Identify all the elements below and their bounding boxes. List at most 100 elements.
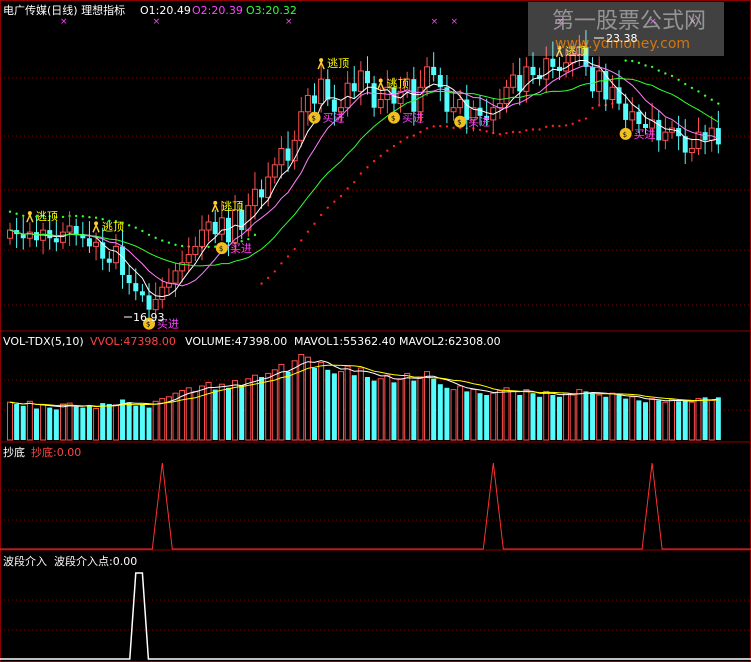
volume-bar xyxy=(609,392,616,441)
volume-bar xyxy=(106,404,112,440)
candle-body xyxy=(325,79,331,100)
stop-dot xyxy=(690,86,694,90)
volume-bar xyxy=(537,396,543,440)
candle-body xyxy=(271,164,278,178)
stop-dot xyxy=(578,119,581,122)
stop-dot xyxy=(273,270,276,273)
candle-body xyxy=(377,99,384,109)
volume-bar xyxy=(20,405,26,440)
volume-bar xyxy=(662,401,669,441)
volume-bar xyxy=(198,385,205,441)
volume-bar xyxy=(344,365,351,441)
stop-dot xyxy=(161,239,164,242)
candle xyxy=(245,193,252,237)
stop-dot xyxy=(657,69,660,72)
volume-bar xyxy=(325,369,331,440)
volume-bar xyxy=(14,404,20,440)
candle-body xyxy=(152,298,159,311)
volume-bar xyxy=(304,356,311,441)
stop-dot xyxy=(247,237,250,241)
volume-bar xyxy=(232,380,239,441)
volume-bar xyxy=(496,390,503,441)
candle-body xyxy=(656,119,662,141)
stop-dot xyxy=(498,133,502,136)
candle-body xyxy=(298,111,305,141)
candle-body xyxy=(304,94,311,113)
candle-body xyxy=(106,258,112,263)
candle-body xyxy=(590,66,596,92)
candle-body xyxy=(676,128,682,137)
runner-icon xyxy=(378,78,383,83)
candlestick-layer xyxy=(7,30,721,324)
volume-bar xyxy=(556,396,562,440)
sell-label: 逃顶 xyxy=(36,210,58,223)
volume-bar xyxy=(431,378,437,440)
candle-body xyxy=(120,246,126,275)
volume-bar xyxy=(285,371,291,440)
stop-dot xyxy=(81,215,85,218)
stop-dot xyxy=(538,128,541,131)
volume-bar xyxy=(351,375,357,440)
candle-body xyxy=(198,229,205,247)
volume-bar xyxy=(100,403,106,440)
volume-bar xyxy=(444,387,450,440)
stop-dot xyxy=(266,276,270,280)
volume-bar xyxy=(708,399,715,441)
buy-label: 买进 xyxy=(468,116,490,129)
stop-dot xyxy=(644,64,647,67)
watermark-main: 第一股票公式网 xyxy=(552,9,706,34)
candle xyxy=(688,138,695,162)
chaodi-name: 抄底 xyxy=(3,445,25,459)
candle xyxy=(185,237,192,272)
volume-bar xyxy=(159,398,166,441)
volume-bar xyxy=(86,405,92,440)
candle-body xyxy=(100,242,106,259)
candle-body xyxy=(312,95,318,104)
stop-dot xyxy=(346,187,349,190)
top-cross-mark: × xyxy=(285,17,293,27)
stop-dot xyxy=(697,90,700,93)
stop-dot xyxy=(564,124,568,127)
money-bag-symbol: $ xyxy=(457,119,461,127)
candle xyxy=(708,115,715,152)
candle xyxy=(377,87,384,115)
candle-body xyxy=(517,75,523,92)
stop-dot xyxy=(326,206,329,209)
stop-dot xyxy=(392,144,396,148)
volume-bar xyxy=(93,408,100,441)
volume-bar xyxy=(338,371,344,441)
volume-bar xyxy=(523,389,530,441)
candle-body xyxy=(20,234,26,239)
volume-bar xyxy=(590,393,596,440)
top-cross-mark: × xyxy=(431,17,439,27)
candle-body xyxy=(172,270,179,284)
stop-dot xyxy=(445,125,449,128)
candle xyxy=(212,209,218,244)
candle xyxy=(702,124,708,155)
candle xyxy=(7,222,13,245)
candle-body xyxy=(530,66,536,76)
candle xyxy=(450,90,457,121)
stop-dot xyxy=(406,136,409,139)
candle xyxy=(603,63,609,111)
stop-dot xyxy=(425,127,429,130)
volume-bar xyxy=(616,395,622,440)
candle xyxy=(26,222,33,248)
stop-dot xyxy=(88,216,91,219)
stop-dot xyxy=(551,124,555,128)
volume-bar xyxy=(225,387,231,440)
stock-chart: $ 买进$ 买进$ 买进 $ 买进 $ 买进$ 买进逃顶逃顶逃顶逃顶逃顶逃顶× × × × × × × × 第… xyxy=(0,0,751,662)
watermark: 第一股票公式网 www.ydmoney.com xyxy=(528,2,724,56)
stop-dot xyxy=(75,214,78,218)
candle xyxy=(271,157,278,184)
stop-dot xyxy=(664,72,667,75)
candle-body xyxy=(424,66,431,88)
stop-dot xyxy=(174,243,177,246)
candle xyxy=(357,61,364,106)
chaodi-value: 抄底:0.00 xyxy=(31,445,81,459)
volume-bar xyxy=(688,401,695,441)
stop-dot xyxy=(650,65,654,69)
stop-dot xyxy=(637,61,641,65)
stop-dot xyxy=(353,180,356,184)
candle-body xyxy=(185,254,192,264)
